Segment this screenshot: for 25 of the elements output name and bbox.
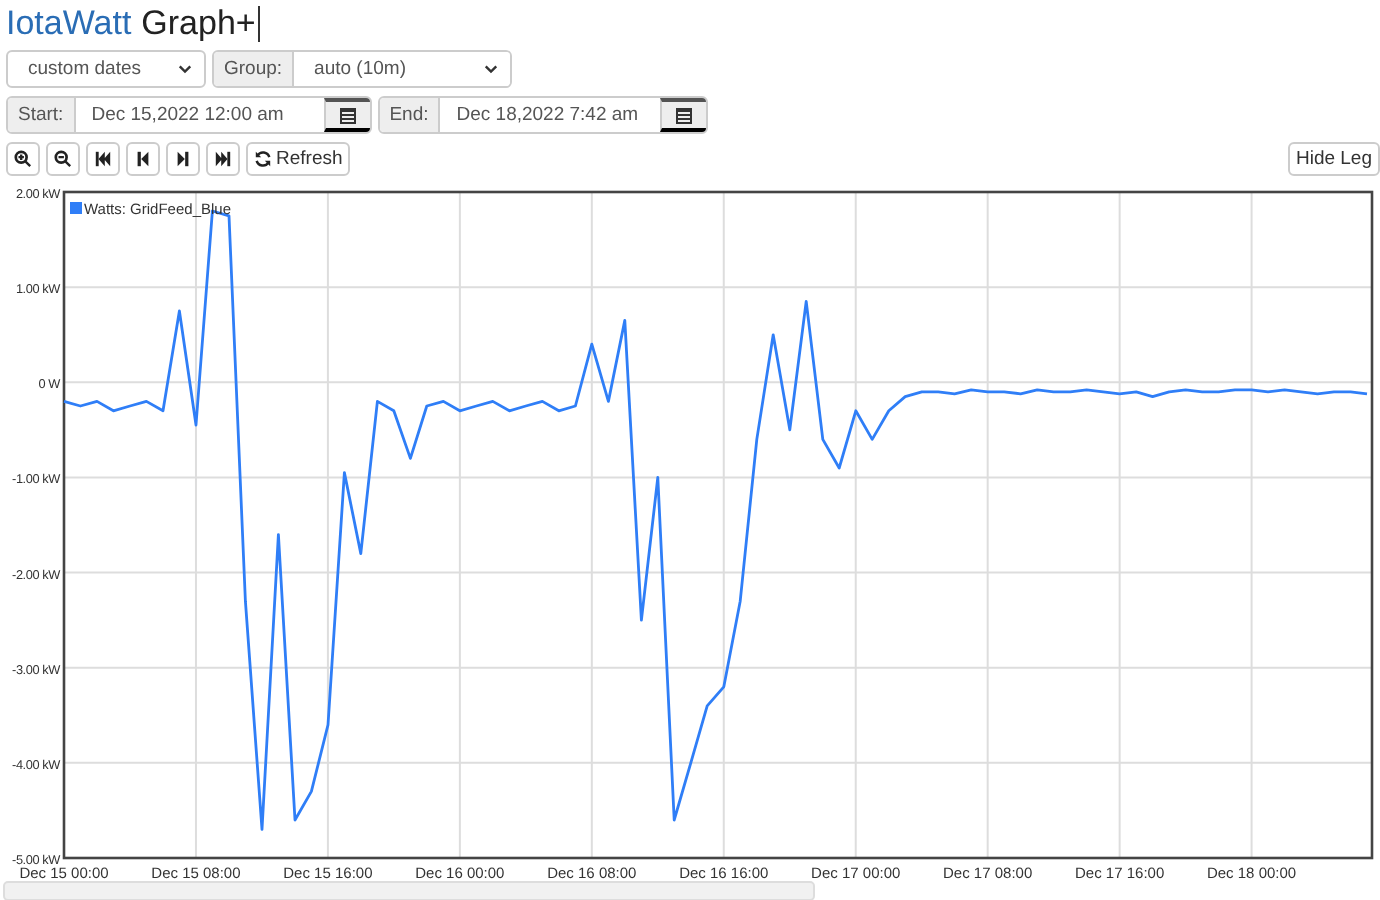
caret-icon xyxy=(484,64,499,74)
brand-name: IotaWatt xyxy=(6,4,132,44)
zoom-out-icon xyxy=(54,150,72,168)
zoom-out-button[interactable] xyxy=(46,142,80,176)
step-back-button[interactable] xyxy=(126,142,160,176)
step-forward-button[interactable] xyxy=(166,142,200,176)
step-back-icon xyxy=(134,150,152,168)
step-forward-icon xyxy=(174,150,192,168)
refresh-icon xyxy=(254,150,272,168)
date-range-select[interactable]: custom dates xyxy=(6,50,206,88)
group-label: Group: xyxy=(214,52,295,86)
skip-to-end-icon xyxy=(214,150,232,168)
text-cursor xyxy=(257,6,260,42)
skip-to-start-icon xyxy=(94,150,112,168)
refresh-button[interactable]: Refresh xyxy=(246,142,351,176)
hide-legend-button[interactable]: Hide Leg xyxy=(1287,142,1380,176)
caret-icon xyxy=(178,64,192,74)
legend-swatch xyxy=(70,202,82,214)
zoom-in-button[interactable] xyxy=(6,142,40,176)
group-select[interactable]: Group: auto (10m) xyxy=(212,50,513,88)
horizontal-scrollbar[interactable] xyxy=(3,881,815,900)
skip-to-end-button[interactable] xyxy=(206,142,240,176)
skip-to-start-button[interactable] xyxy=(86,142,120,176)
zoom-in-icon xyxy=(14,150,32,168)
page-title: Graph+ xyxy=(141,4,256,44)
